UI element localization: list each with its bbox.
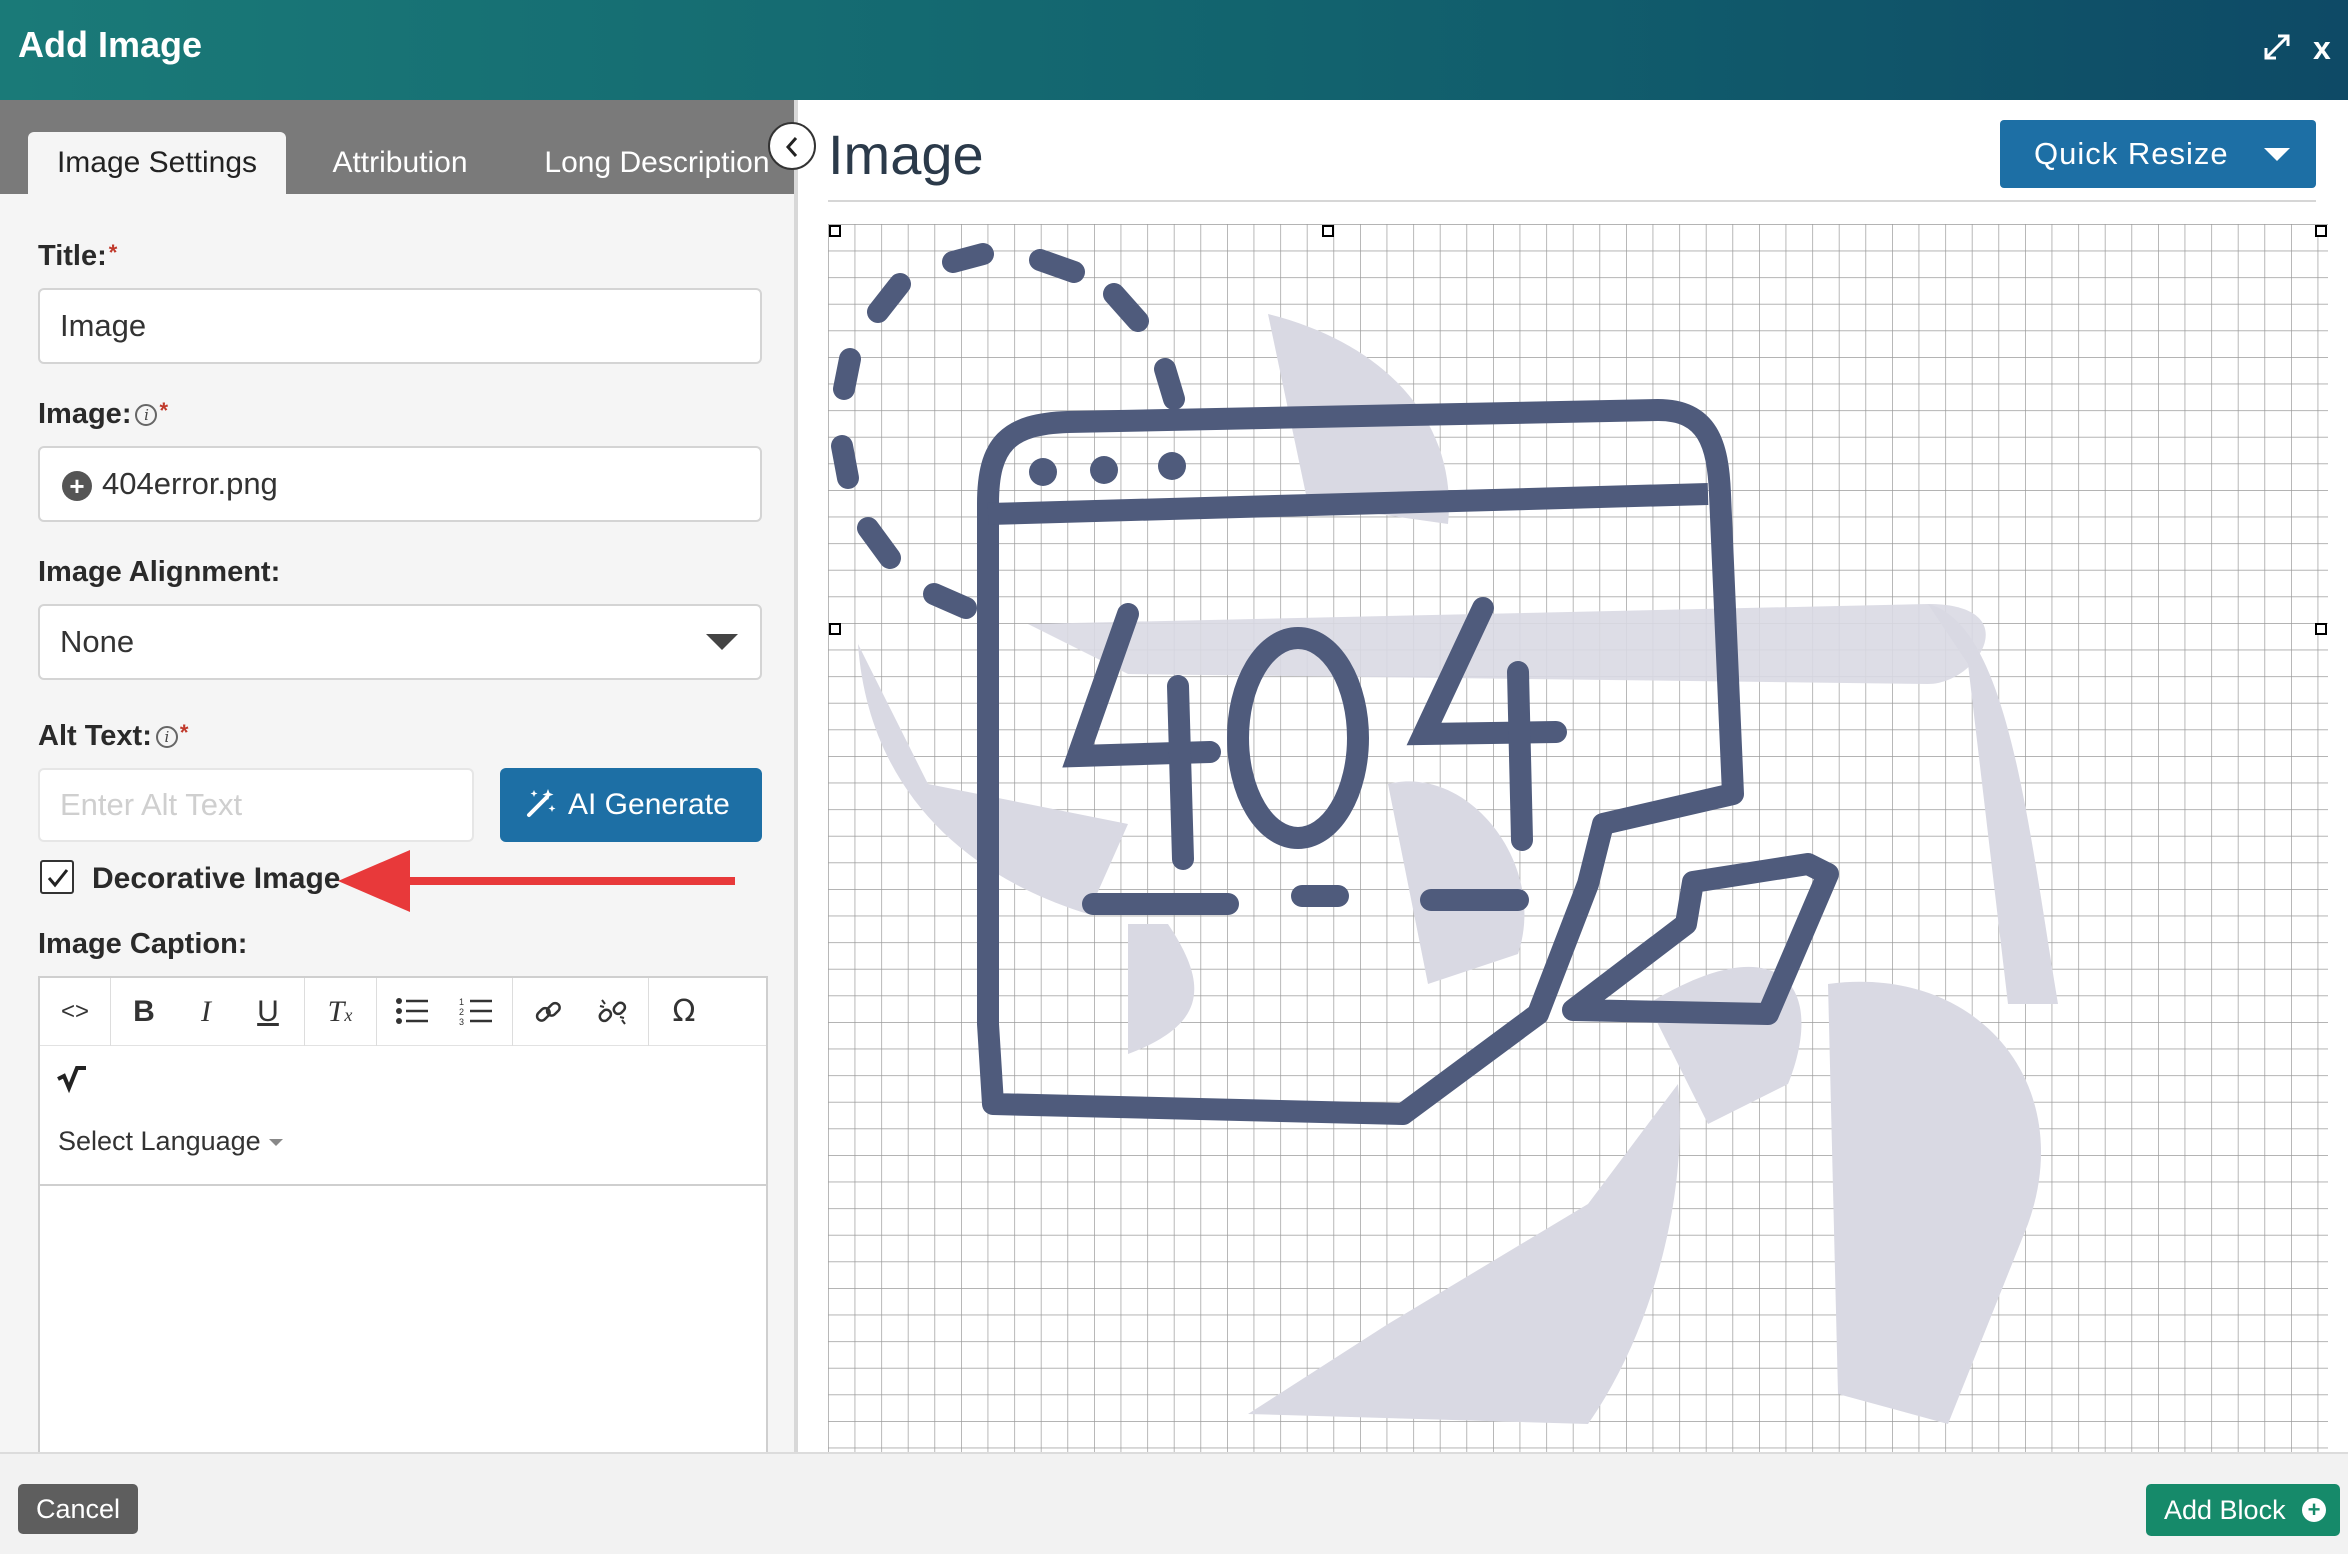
info-icon[interactable]: i (155, 726, 178, 749)
expand-arrows-icon[interactable] (2262, 32, 2296, 66)
preview-heading: Image (828, 123, 984, 186)
chevron-down-icon (706, 634, 738, 650)
plus-circle-icon: + (2302, 1498, 2326, 1522)
svg-text:2: 2 (459, 1007, 464, 1017)
dialog-header: Add Image x (0, 0, 2348, 100)
add-image-dialog: Add Image x Image Settings Attribution L… (0, 0, 2348, 1554)
image-caption-label: Image Caption: (38, 928, 248, 960)
image-preview[interactable]: 404 (828, 224, 2328, 1452)
editor-toolbar: <> B I U Tx 1 2 3 Ω (40, 978, 766, 1046)
quick-resize-button[interactable]: Quick Resize (2000, 120, 2316, 188)
chevron-left-icon (785, 137, 798, 157)
close-button[interactable]: x (2313, 30, 2341, 66)
dialog-footer: Cancel Add Block + (0, 1452, 2348, 1554)
alignment-selected-value: None (60, 624, 135, 659)
special-char-icon[interactable]: Ω (654, 982, 714, 1042)
preview-divider (828, 200, 2316, 202)
dialog-title: Add Image (18, 24, 203, 65)
editor-toolbar-row-2 (40, 1046, 766, 1114)
language-select-label: Select Language (58, 1126, 261, 1156)
toolbar-separator (376, 978, 377, 1046)
math-icon[interactable] (46, 1050, 98, 1110)
info-icon[interactable]: i (135, 404, 158, 427)
caption-editor: <> B I U Tx 1 2 3 Ω Select Language (38, 976, 768, 1452)
title-label: Title:* (38, 240, 117, 273)
decorative-image-checkbox[interactable] (40, 860, 74, 894)
underline-icon[interactable]: U (240, 982, 296, 1042)
alignment-label: Image Alignment: (38, 556, 281, 588)
svg-text:1: 1 (459, 997, 464, 1007)
image-file-field[interactable]: +404error.png (38, 446, 762, 522)
ai-generate-button[interactable]: AI Generate (500, 768, 762, 842)
link-icon[interactable] (518, 982, 578, 1042)
required-marker: * (179, 720, 189, 745)
alt-text-label: Alt Text: i * (38, 720, 188, 753)
editor-divider (40, 1184, 766, 1186)
add-block-label: Add Block (2164, 1495, 2286, 1525)
required-marker: * (159, 398, 169, 423)
numbered-list-icon[interactable]: 1 2 3 (446, 982, 506, 1042)
toolbar-separator (512, 978, 513, 1046)
alt-text-label-text: Alt Text: (38, 720, 152, 752)
alt-text-input[interactable]: Enter Alt Text (38, 768, 474, 842)
settings-panel: Image Settings Attribution Long Descript… (0, 100, 796, 1452)
bulleted-list-icon[interactable] (382, 982, 442, 1042)
tab-bar: Image Settings Attribution Long Descript… (0, 100, 796, 194)
unlink-icon[interactable] (582, 982, 642, 1042)
tab-long-description[interactable]: Long Description (532, 132, 782, 194)
toolbar-separator (110, 978, 111, 1046)
tab-image-settings[interactable]: Image Settings (28, 132, 286, 194)
bold-icon[interactable]: B (116, 982, 172, 1042)
toolbar-separator (304, 978, 305, 1046)
decorative-image-label: Decorative Image (92, 862, 341, 895)
image-file-name: 404error.png (102, 466, 278, 501)
preview-panel: Image Quick Resize (798, 100, 2348, 1452)
caret-down-icon (2264, 148, 2290, 161)
ai-generate-label: AI Generate (568, 788, 730, 821)
required-marker: * (108, 240, 118, 265)
quick-resize-label: Quick Resize (2034, 136, 2229, 171)
tab-attribution[interactable]: Attribution (306, 132, 494, 194)
title-label-text: Title: (38, 240, 107, 272)
image-label: Image: i * (38, 398, 168, 431)
language-select[interactable]: Select Language (58, 1126, 283, 1157)
image-label-text: Image: (38, 398, 132, 430)
annotation-arrow-icon (338, 850, 735, 912)
add-block-button[interactable]: Add Block + (2146, 1484, 2340, 1536)
cancel-button[interactable]: Cancel (18, 1484, 138, 1534)
add-circle-icon[interactable]: + (62, 470, 92, 501)
collapse-panel-button[interactable] (768, 122, 816, 170)
source-code-icon[interactable]: <> (46, 982, 104, 1042)
clear-format-icon[interactable]: Tx (310, 982, 370, 1042)
magic-wand-icon (527, 789, 556, 818)
italic-icon[interactable]: I (178, 982, 234, 1042)
toolbar-separator (648, 978, 649, 1046)
title-input[interactable]: Image (38, 288, 762, 364)
svg-text:3: 3 (459, 1017, 464, 1026)
checkmark-icon (47, 869, 69, 888)
caret-down-icon (268, 1139, 283, 1147)
alignment-select[interactable]: None (38, 604, 762, 680)
